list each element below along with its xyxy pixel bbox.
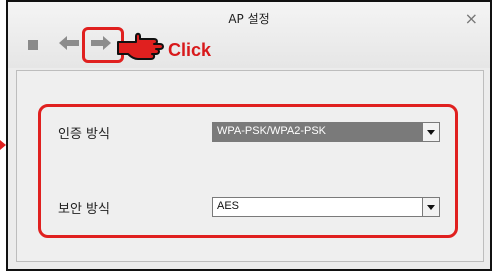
- security-method-select[interactable]: AES: [212, 197, 440, 217]
- auth-method-label: 인증 방식: [58, 127, 110, 142]
- back-arrow-icon[interactable]: [58, 34, 80, 52]
- click-callout-label: Click: [168, 40, 212, 60]
- pointing-hand-icon: [117, 32, 164, 60]
- security-method-label: 보안 방식: [58, 202, 110, 217]
- chevron-down-icon[interactable]: [422, 198, 439, 216]
- stop-icon[interactable]: [28, 40, 38, 50]
- chevron-down-icon[interactable]: [422, 123, 439, 141]
- security-method-value: AES: [217, 200, 240, 212]
- auth-method-value: WPA-PSK/WPA2-PSK: [213, 123, 422, 141]
- dialog-title: AP 설정: [228, 12, 270, 26]
- close-icon[interactable]: ×: [465, 11, 478, 27]
- auth-method-select[interactable]: WPA-PSK/WPA2-PSK: [212, 122, 440, 142]
- title-bar: AP 설정 × Click: [8, 2, 490, 68]
